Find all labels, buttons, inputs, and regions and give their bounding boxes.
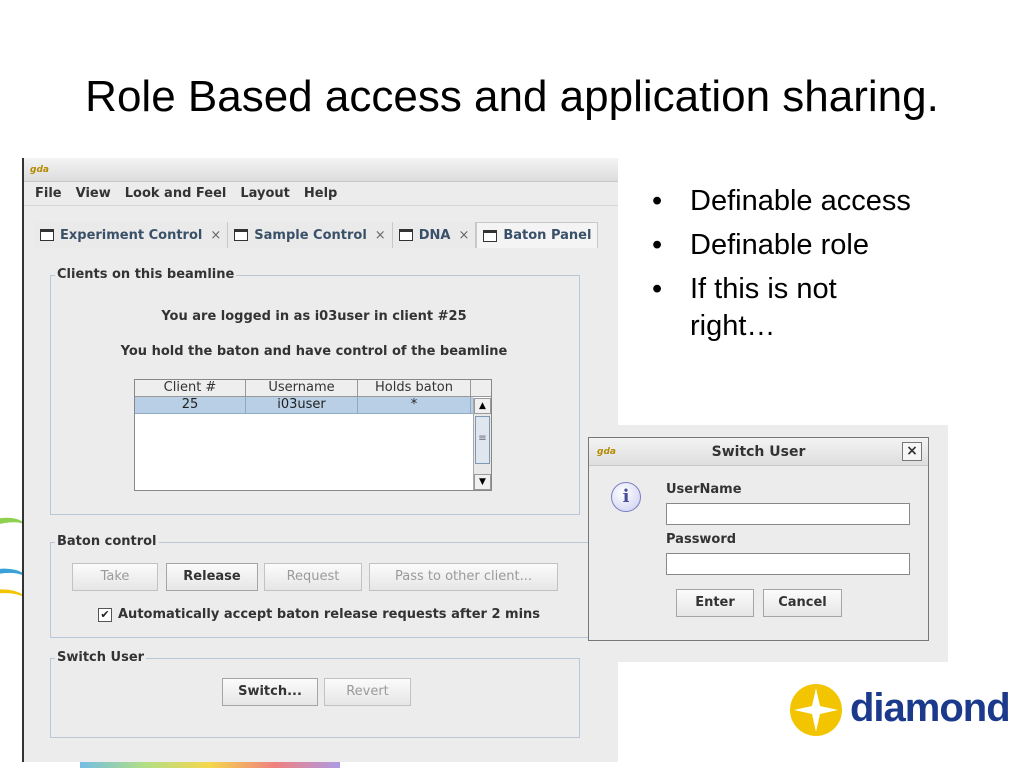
username-label: UserName — [666, 482, 742, 497]
close-icon[interactable]: × — [902, 442, 922, 461]
gda-icon: gda — [30, 165, 49, 175]
tab-label: DNA — [418, 227, 451, 243]
auto-accept-checkbox[interactable]: ✔ — [98, 608, 112, 622]
switch-user-dialog: gda Switch User × i UserName Password En… — [588, 437, 929, 641]
baton-control-group-label: Baton control — [55, 534, 159, 549]
clients-table: Client # Username Holds baton 25 i03user… — [134, 379, 492, 491]
table-scrollbar[interactable]: ▲ ≡ ▼ — [473, 398, 491, 490]
enter-button[interactable]: Enter — [676, 589, 754, 617]
scroll-up-arrow-icon[interactable]: ▲ — [474, 398, 491, 414]
menu-look-and-feel[interactable]: Look and Feel — [118, 186, 234, 201]
window-icon — [483, 229, 498, 242]
slide-title: Role Based access and application sharin… — [85, 72, 939, 121]
cancel-button[interactable]: Cancel — [763, 589, 842, 617]
tab-baton-panel[interactable]: Baton Panel — [476, 222, 599, 248]
tab-experiment-control[interactable]: Experiment Control × — [34, 222, 229, 248]
dialog-title: Switch User — [711, 444, 806, 460]
menu-file[interactable]: File — [28, 186, 69, 201]
cell-username: i03user — [246, 397, 358, 413]
username-input[interactable] — [666, 503, 910, 525]
menu-help[interactable]: Help — [297, 186, 344, 201]
table-row[interactable]: 25 i03user * — [135, 397, 473, 414]
gda-app-window: gda File View Look and Feel Layout Help … — [22, 158, 618, 762]
tab-sample-control[interactable]: Sample Control × — [228, 222, 393, 248]
tab-label: Sample Control — [254, 227, 367, 243]
bullet-list: Definable access Definable role If this … — [648, 183, 968, 352]
scroll-down-arrow-icon[interactable]: ▼ — [474, 474, 491, 490]
diamond-sun-icon — [790, 684, 842, 736]
menu-view[interactable]: View — [69, 186, 118, 201]
tab-dna[interactable]: DNA × — [392, 222, 477, 248]
auto-accept-label: Automatically accept baton release reque… — [118, 607, 541, 622]
diamond-logo: diamond — [786, 680, 1011, 740]
password-label: Password — [666, 532, 737, 547]
dialog-title-bar[interactable]: gda Switch User × — [589, 438, 928, 466]
take-button[interactable]: Take — [72, 563, 158, 591]
cell-client: 25 — [135, 397, 246, 413]
tab-label: Baton Panel — [503, 228, 592, 243]
window-icon — [40, 229, 54, 241]
table-header: Client # Username Holds baton — [135, 380, 491, 397]
password-input[interactable] — [666, 553, 910, 575]
column-client-number[interactable]: Client # — [135, 380, 246, 396]
bullet-item: If this is not right… — [648, 271, 878, 345]
switch-user-group-label: Switch User — [55, 650, 147, 665]
window-icon — [398, 229, 413, 241]
revert-button[interactable]: Revert — [324, 678, 411, 706]
tab-label: Experiment Control — [60, 227, 203, 243]
tab-bar: Experiment Control × Sample Control × DN… — [34, 220, 599, 248]
request-button[interactable]: Request — [264, 563, 362, 591]
menu-bar: File View Look and Feel Layout Help — [24, 182, 618, 206]
close-icon[interactable]: × — [210, 228, 221, 243]
login-status-text: You are logged in as i03user in client #… — [161, 309, 467, 324]
close-icon[interactable]: × — [458, 228, 469, 243]
close-icon[interactable]: × — [375, 228, 386, 243]
app-title-bar[interactable]: gda — [24, 158, 618, 182]
clients-group-label: Clients on this beamline — [55, 267, 237, 282]
column-username[interactable]: Username — [246, 380, 358, 396]
bullet-item: Definable role — [648, 227, 968, 264]
bullet-item: Definable access — [648, 183, 968, 220]
column-holds-baton[interactable]: Holds baton — [358, 380, 471, 396]
release-button[interactable]: Release — [166, 563, 258, 591]
baton-status-text: You hold the baton and have control of t… — [120, 344, 508, 359]
switch-button[interactable]: Switch... — [222, 678, 318, 706]
menu-layout[interactable]: Layout — [233, 186, 297, 201]
cell-holds-baton: * — [358, 397, 471, 413]
info-icon: i — [611, 482, 641, 512]
pass-to-other-client-button[interactable]: Pass to other client... — [369, 563, 558, 591]
logo-text: diamond — [850, 686, 1011, 730]
window-icon — [234, 229, 249, 241]
scrollbar-thumb[interactable]: ≡ — [475, 416, 490, 464]
